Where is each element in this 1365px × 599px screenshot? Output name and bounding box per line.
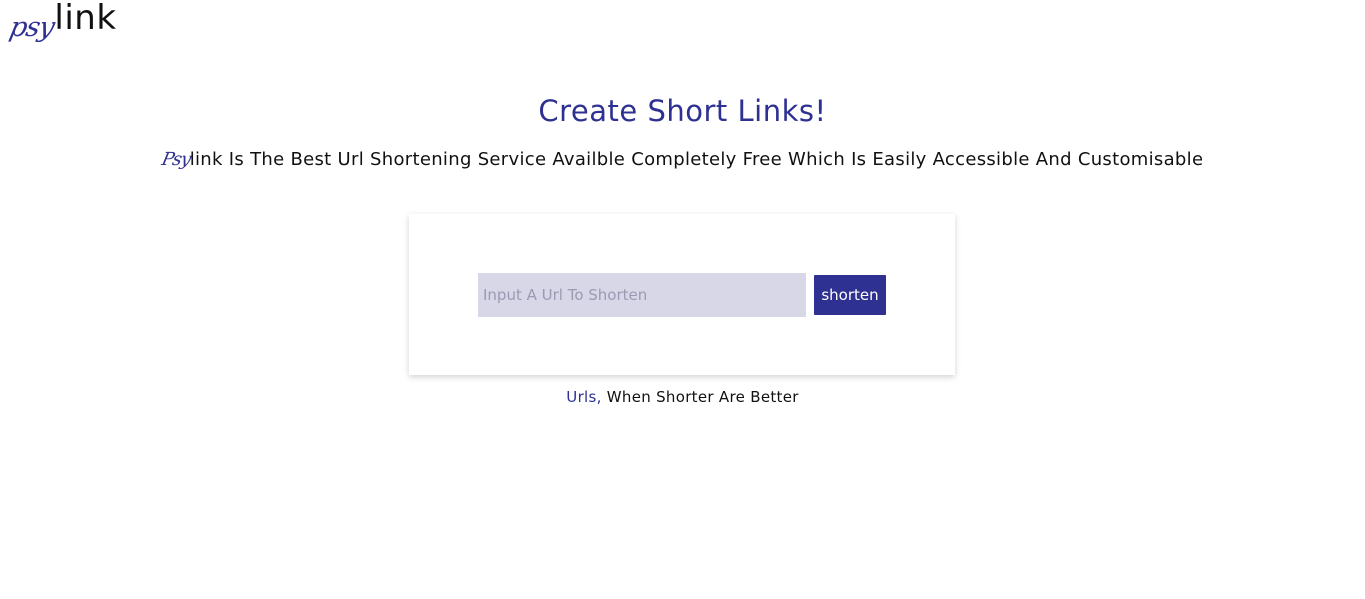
logo-psy-text: psy bbox=[6, 12, 57, 43]
tagline-text: When Shorter Are Better bbox=[601, 388, 799, 406]
tagline: Urls, When Shorter Are Better bbox=[0, 388, 1365, 406]
shorten-card: shorten bbox=[409, 214, 955, 375]
logo[interactable]: psy link bbox=[6, 0, 117, 50]
logo-link-text: link bbox=[54, 0, 117, 38]
subtitle-text: link Is The Best Url Shortening Service … bbox=[189, 149, 1204, 170]
page-subtitle: Psylink Is The Best Url Shortening Servi… bbox=[0, 149, 1365, 170]
subtitle-brand-psy: Psy bbox=[159, 149, 192, 170]
url-input[interactable] bbox=[478, 273, 806, 317]
page: psy link Create Short Links! Psylink Is … bbox=[0, 0, 1365, 599]
page-title: Create Short Links! bbox=[538, 94, 827, 128]
tagline-accent: Urls, bbox=[566, 388, 602, 406]
shorten-button[interactable]: shorten bbox=[814, 275, 886, 315]
